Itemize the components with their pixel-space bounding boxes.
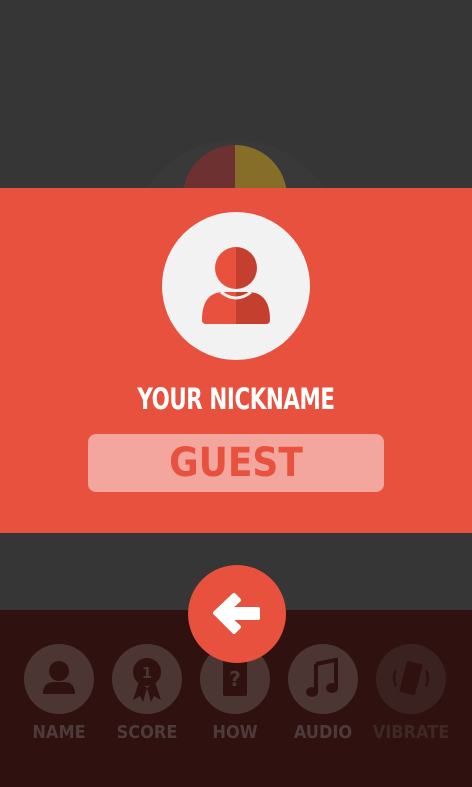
menu-item-audio[interactable]: AUDIO xyxy=(278,644,368,774)
menu-label-score: SCORE xyxy=(116,722,178,743)
nickname-title: YOUR NICKNAME xyxy=(137,382,335,416)
vibrate-phone-icon xyxy=(376,644,446,714)
svg-text:?: ? xyxy=(229,667,241,691)
music-note-icon xyxy=(288,644,358,714)
menu-label-how: HOW xyxy=(212,722,258,743)
menu-label-audio: AUDIO xyxy=(293,722,353,743)
ribbon-medal-icon: 1 xyxy=(112,644,182,714)
svg-text:1: 1 xyxy=(142,664,152,682)
user-icon xyxy=(24,644,94,714)
nickname-dialog: YOUR NICKNAME xyxy=(0,188,472,533)
menu-item-name[interactable]: NAME xyxy=(14,644,104,774)
user-avatar-icon xyxy=(162,212,310,360)
menu-item-score[interactable]: 1 SCORE xyxy=(102,644,192,774)
menu-item-how[interactable]: ? HOW xyxy=(190,644,280,774)
back-button[interactable] xyxy=(188,565,286,663)
menu-label-name: NAME xyxy=(32,722,86,743)
menu-item-vibrate[interactable]: VIBRATE xyxy=(366,644,456,774)
menu-label-vibrate: VIBRATE xyxy=(372,722,450,743)
nickname-input[interactable] xyxy=(88,434,384,492)
arrow-left-icon xyxy=(213,593,260,634)
